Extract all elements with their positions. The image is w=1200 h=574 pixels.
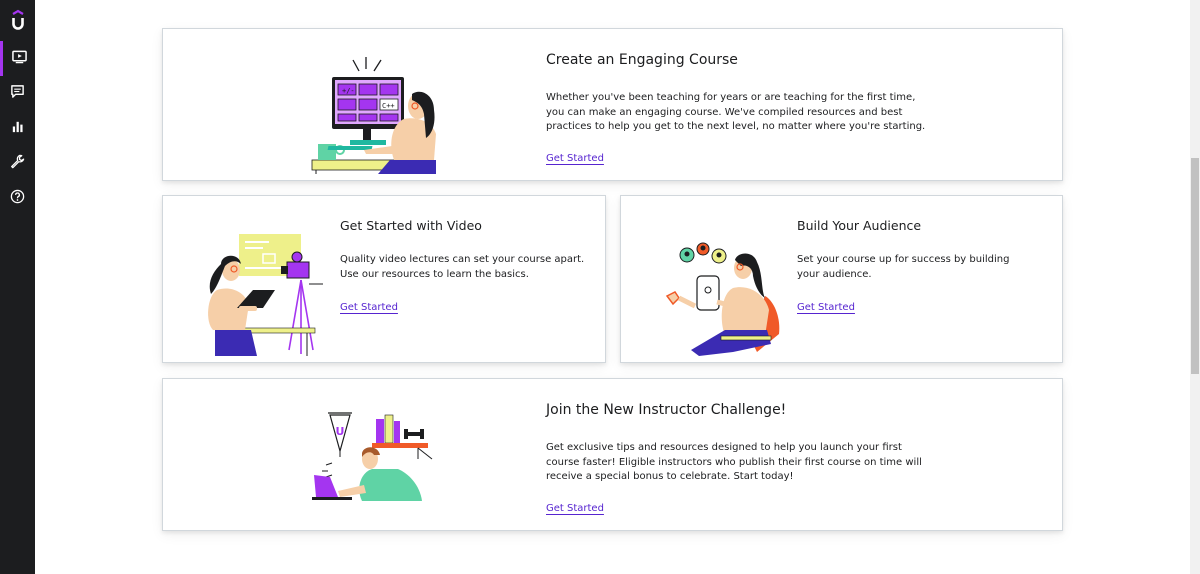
chat-icon xyxy=(10,84,25,104)
sidebar-item-tools[interactable] xyxy=(0,146,35,181)
get-started-link-challenge[interactable]: Get Started xyxy=(546,503,604,514)
get-started-link-audience[interactable]: Get Started xyxy=(797,302,855,313)
card-description: Whether you've been teaching for years o… xyxy=(546,92,926,133)
sidebar-item-resources[interactable] xyxy=(0,181,35,216)
card-title: Join the New Instructor Challenge! xyxy=(546,402,787,418)
card-title: Build Your Audience xyxy=(797,218,922,233)
bar-chart-icon xyxy=(10,119,25,139)
page-scrollbar[interactable] xyxy=(1190,0,1200,574)
card-build-audience: Build Your Audience Set your course up f… xyxy=(620,195,1063,363)
sidebar-item-communication[interactable] xyxy=(0,76,35,111)
card-instructor-challenge: U Join the New Instructor Challenge! Get… xyxy=(162,378,1063,531)
video-recording-illustration xyxy=(203,232,327,356)
sidebar-item-performance[interactable] xyxy=(0,111,35,146)
video-player-icon xyxy=(11,49,27,69)
tile-plusminus: +/- xyxy=(342,87,355,95)
card-description: Set your course up for success by buildi… xyxy=(797,254,1010,280)
card-title: Create an Engaging Course xyxy=(546,52,738,68)
card-create-engaging-course: +/- C++ Create an Engaging Course Whethe… xyxy=(162,28,1063,181)
card-get-started-video: Get Started with Video Quality video lec… xyxy=(162,195,606,363)
udemy-logo[interactable] xyxy=(9,9,27,31)
get-started-link-engaging[interactable]: Get Started xyxy=(546,153,604,164)
audience-tablet-illustration xyxy=(661,240,785,356)
help-icon xyxy=(10,189,25,209)
sidebar-item-courses[interactable] xyxy=(0,41,35,76)
pennant-letter: U xyxy=(336,425,345,438)
tile-cpp: C++ xyxy=(382,102,395,110)
card-title: Get Started with Video xyxy=(340,218,482,233)
get-started-link-video[interactable]: Get Started xyxy=(340,302,398,313)
teaching-computer-illustration: +/- C++ xyxy=(308,54,438,174)
scrollbar-thumb[interactable] xyxy=(1191,158,1199,374)
sidebar xyxy=(0,0,35,574)
card-description: Get exclusive tips and resources designe… xyxy=(546,442,922,483)
wrench-icon xyxy=(10,154,25,174)
instructor-challenge-illustration: U xyxy=(308,407,438,503)
card-description: Quality video lectures can set your cour… xyxy=(340,254,585,280)
